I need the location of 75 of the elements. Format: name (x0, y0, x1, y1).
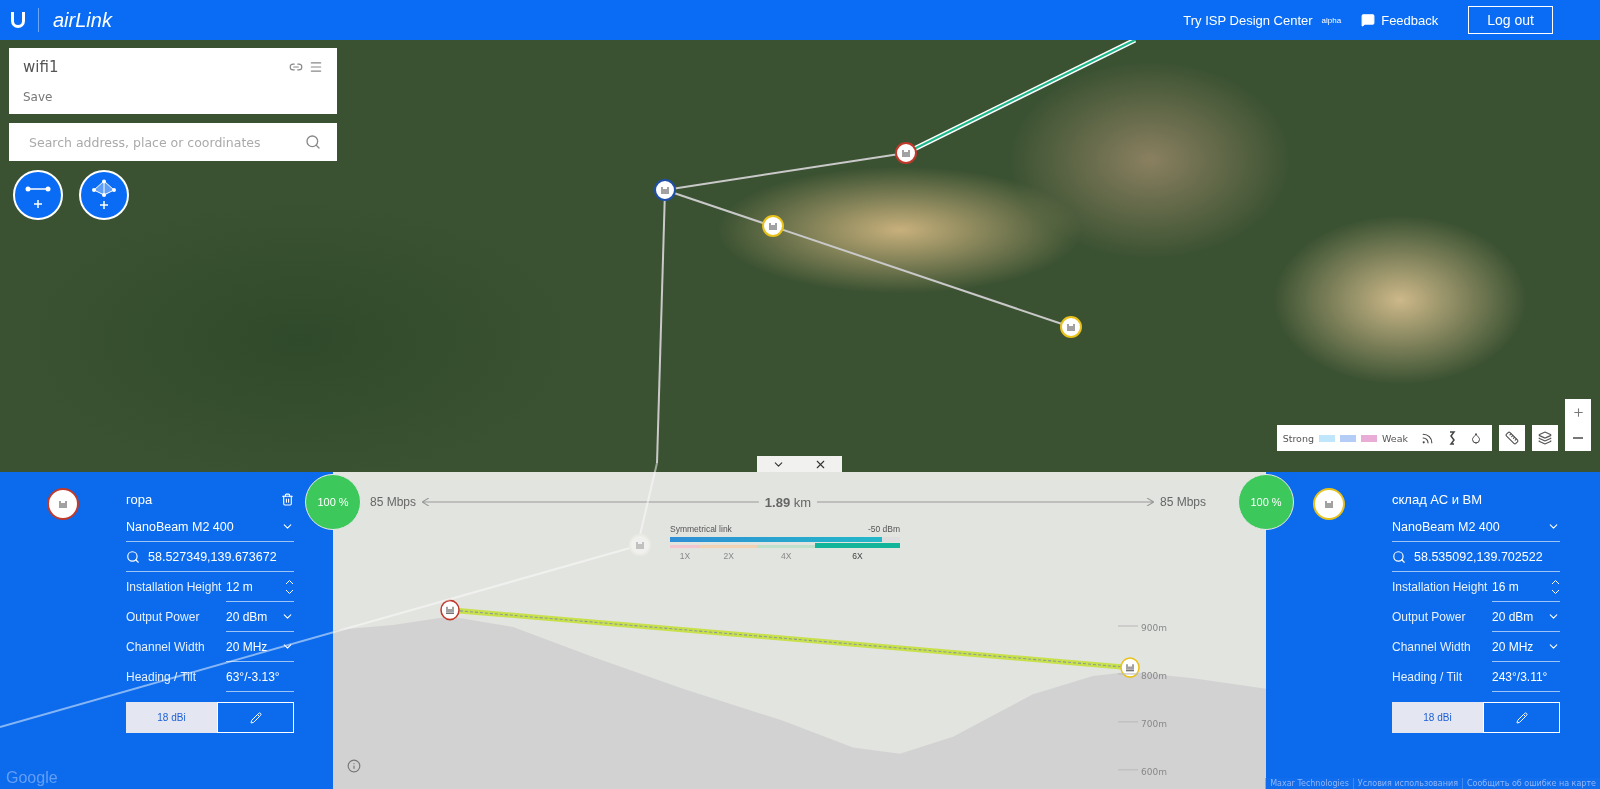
elevation-label: 700m (1141, 717, 1167, 730)
link-type-label: Symmetrical link (670, 524, 732, 534)
modulation-label: 6X (851, 551, 864, 561)
coordinates-field[interactable]: 58.535092,139.702522 (1392, 542, 1560, 572)
ruler-icon (1505, 431, 1519, 445)
modulation-label: 2X (722, 551, 735, 561)
legend-label: Strong (1282, 432, 1314, 444)
signal-icon[interactable] (1421, 431, 1434, 445)
elevation-label: 800m (1141, 670, 1167, 682)
field-label: Channel Width (126, 639, 206, 656)
edit-button[interactable] (1483, 702, 1560, 733)
select-field[interactable]: 20 dBm (1492, 602, 1560, 632)
stepper-icon[interactable] (1551, 578, 1560, 595)
chat-icon (1361, 13, 1376, 27)
legend-label: Weak (1382, 432, 1408, 444)
throughput-text: 85 Mbps (1159, 495, 1206, 509)
number-field[interactable]: 12 m (226, 572, 294, 602)
search-icon (1392, 549, 1406, 564)
layers-icon (1538, 431, 1552, 445)
droplet-icon[interactable] (1470, 432, 1482, 444)
field-label: Output Power (1392, 609, 1467, 626)
minus-icon (1573, 437, 1583, 439)
info-button[interactable] (347, 759, 361, 773)
delete-icon[interactable] (281, 492, 294, 506)
distance-text: 1.89 km (764, 494, 812, 510)
signal-reading: -50 dBm (867, 524, 900, 534)
project-name: wifi1 (23, 58, 59, 76)
field-label: Heading / Tilt (1392, 669, 1464, 686)
select-field[interactable]: 20 MHz (1492, 632, 1560, 662)
select-field[interactable]: 20 dBm (226, 602, 294, 632)
field-label: Heading / Tilt (126, 669, 198, 686)
stepper-icon[interactable] (285, 578, 294, 595)
field-label: Output Power (126, 609, 201, 626)
device-name: гора (126, 491, 153, 507)
edit-button[interactable] (217, 702, 294, 733)
map-logo: Google (6, 769, 58, 787)
arrow-icon (422, 498, 759, 506)
device-name: склад АС и ВМ (1392, 491, 1483, 507)
value-field[interactable]: 243°/3.11° (1492, 662, 1560, 692)
pencil-icon (249, 711, 262, 724)
isp-design-center-link[interactable]: Try ISP Design Center $^{alpha}$ (1183, 12, 1342, 28)
antenna-node-icon (440, 599, 460, 621)
model-select[interactable]: NanoBeam M2 400 (126, 512, 294, 542)
ruler-button[interactable] (1499, 425, 1525, 451)
throughput-text: 85 Mbps (370, 495, 417, 509)
app-logo: airLink (38, 8, 112, 32)
save-link[interactable]: Save (23, 90, 53, 104)
layers-button[interactable] (1532, 425, 1558, 451)
logo-icon (10, 11, 26, 29)
field-label: Installation Height (1392, 579, 1489, 596)
modulation-label: 1X (678, 551, 692, 561)
field-label: Channel Width (1392, 639, 1472, 656)
feedback-link[interactable]: Feedback (1361, 12, 1439, 28)
field-label: Installation Height (126, 579, 223, 596)
elevation-label: 900m (1141, 622, 1167, 634)
info-icon (347, 759, 361, 773)
pencil-icon (1515, 711, 1528, 724)
value-field[interactable]: 63°/-3.13° (226, 662, 294, 692)
number-field[interactable]: 16 m (1492, 572, 1560, 602)
arrow-icon (817, 498, 1154, 506)
plus-icon (1571, 405, 1585, 419)
antenna-node-icon (1120, 657, 1140, 678)
elevation-label: 600m (1141, 765, 1167, 778)
antenna-gain-button[interactable]: 18 dBi (126, 702, 217, 733)
modulation-label: 4X (779, 551, 793, 561)
select-field[interactable]: 20 MHz (226, 632, 294, 662)
search-field[interactable]: Search address, place or coordinates (9, 123, 337, 161)
antenna-gain-button[interactable]: 18 dBi (1392, 702, 1483, 733)
search-icon (126, 549, 140, 564)
logout-button[interactable]: Log out (1468, 6, 1553, 34)
link-quality-badge: 100 % (1238, 474, 1294, 530)
link-icon[interactable] (289, 60, 303, 74)
model-select[interactable]: NanoBeam M2 400 (1392, 512, 1560, 542)
search-icon[interactable] (305, 134, 321, 150)
coordinates-field[interactable]: 58.527349,139.673672 (126, 542, 294, 572)
